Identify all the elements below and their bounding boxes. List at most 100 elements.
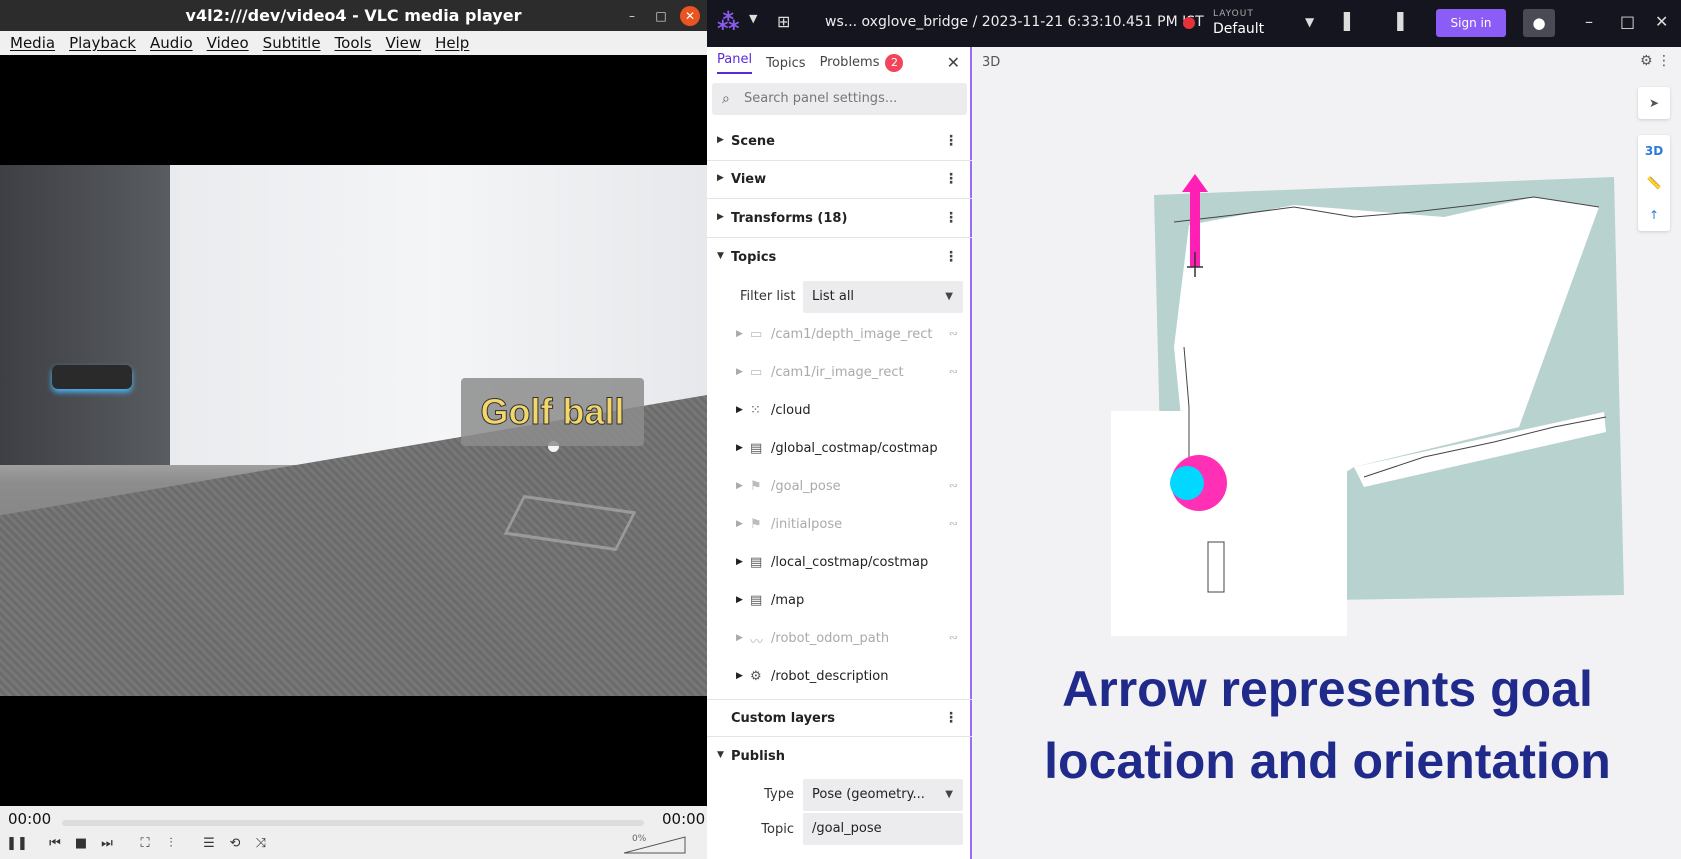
topic-name: /map <box>771 593 805 608</box>
visibility-off-icon[interactable]: ∾ <box>949 479 958 492</box>
mode-3d-button[interactable]: 3D <box>1638 135 1670 167</box>
fox-minimize-button[interactable]: – <box>1585 12 1593 31</box>
left-sidebar-toggle-icon[interactable]: ▌ <box>1344 12 1356 31</box>
vlc-minimize-button[interactable]: – <box>622 6 642 26</box>
topic-row[interactable]: ▶ 〰 /robot_odom_path ∾ <box>707 621 972 659</box>
section-custom-layers[interactable]: Custom layers ⋮ <box>707 699 972 737</box>
topic-name: /global_costmap/costmap <box>771 441 938 456</box>
menu-audio[interactable]: Audio <box>150 34 193 52</box>
topic-row[interactable]: ▶ ▤ /global_costmap/costmap <box>707 431 972 469</box>
menu-media[interactable]: Media <box>10 34 55 52</box>
data-source-label[interactable]: ws... oxglove_bridge / 2023-11-21 6:33:1… <box>825 14 1204 30</box>
menu-video[interactable]: Video <box>207 34 249 52</box>
chevron-right-icon: ▶ <box>717 212 724 222</box>
vlc-maximize-button[interactable]: □ <box>651 6 671 26</box>
layout-chevron-icon[interactable]: ▼ <box>1305 15 1314 29</box>
pause-icon[interactable]: ❚❚ <box>6 834 28 854</box>
stop-icon[interactable]: ■ <box>70 834 92 854</box>
topic-row[interactable]: ▶ ▤ /map <box>707 583 972 621</box>
section-scene[interactable]: ▶ Scene ⋮ <box>707 123 972 161</box>
topic-row[interactable]: ▶ ⚑ /initialpose ∾ <box>707 507 972 545</box>
tab-panel[interactable]: Panel <box>717 52 753 74</box>
topic-name: /robot_description <box>771 669 889 684</box>
grid-icon: ▤ <box>750 555 763 570</box>
vlc-window: v4l2:///dev/video4 - VLC media player – … <box>0 0 707 859</box>
loop-icon[interactable]: ⟲ <box>224 834 246 854</box>
more-vert-icon[interactable]: ⋮ <box>944 249 958 265</box>
topic-row[interactable]: ▶ ⚑ /goal_pose ∾ <box>707 469 972 507</box>
video-area[interactable]: Golf ball <box>0 55 707 806</box>
visibility-off-icon[interactable]: ∾ <box>949 365 958 378</box>
layout-value[interactable]: Default <box>1213 21 1264 37</box>
fullscreen-icon[interactable]: ⛶ <box>134 834 156 854</box>
time-total: 00:00 <box>662 810 706 828</box>
more-vert-icon[interactable]: ⋮ <box>944 710 958 726</box>
problems-count-badge: 2 <box>885 54 904 72</box>
extended-settings-icon[interactable]: ⫶ <box>160 834 182 854</box>
user-avatar-icon[interactable]: ● <box>1523 9 1555 37</box>
section-topics[interactable]: ▼ Topics ⋮ <box>707 239 972 277</box>
close-icon[interactable]: ✕ <box>947 53 960 72</box>
volume-slider[interactable]: 0% <box>622 834 687 854</box>
topic-row[interactable]: ▶ ▭ /cam1/depth_image_rect ∾ <box>707 317 972 355</box>
chevron-down-icon[interactable]: ▼ <box>749 12 757 25</box>
topic-row[interactable]: ▶ ▭ /cam1/ir_image_rect ∾ <box>707 355 972 393</box>
layout-label: LAYOUT <box>1213 9 1254 19</box>
filter-select[interactable]: List all ▼ <box>803 281 963 313</box>
more-vert-icon[interactable]: ⋮ <box>944 210 958 226</box>
fox-close-button[interactable]: ✕ <box>1655 12 1668 31</box>
section-label: Transforms (18) <box>731 211 848 226</box>
publish-type-label: Type <box>764 787 794 802</box>
search-icon: ⌕ <box>722 91 730 107</box>
chevron-down-icon: ▼ <box>717 251 724 261</box>
section-transforms[interactable]: ▶ Transforms (18) ⋮ <box>707 200 972 238</box>
menu-tools[interactable]: Tools <box>335 34 372 52</box>
visibility-off-icon[interactable]: ∾ <box>949 327 958 340</box>
playlist-icon[interactable]: ☰ <box>198 834 220 854</box>
vlc-window-title: v4l2:///dev/video4 - VLC media player <box>185 6 522 25</box>
next-icon[interactable]: ⏭ <box>96 834 118 854</box>
more-vert-icon[interactable]: ⋮ <box>944 171 958 187</box>
section-publish[interactable]: ▼ Publish <box>707 738 972 776</box>
topic-name: /local_costmap/costmap <box>771 555 929 570</box>
more-vert-icon[interactable]: ⋮ <box>944 133 958 149</box>
right-sidebar-toggle-icon[interactable]: ▐ <box>1391 12 1403 31</box>
publish-pose-icon[interactable]: ↑ <box>1638 199 1670 231</box>
chevron-right-icon: ▶ <box>736 671 743 681</box>
chevron-right-icon: ▶ <box>736 595 743 605</box>
grid-icon: ▤ <box>750 441 763 456</box>
topic-row[interactable]: ▶ ▤ /local_costmap/costmap <box>707 545 972 583</box>
visibility-off-icon[interactable]: ∾ <box>949 631 958 644</box>
vlc-close-button[interactable]: ✕ <box>680 6 700 26</box>
image-icon: ▭ <box>750 327 763 342</box>
sign-in-button[interactable]: Sign in <box>1436 9 1506 37</box>
menu-playback[interactable]: Playback <box>69 34 136 52</box>
interact-cursor-icon[interactable]: ➤ <box>1638 87 1670 119</box>
publish-topic-input[interactable]: /goal_pose <box>803 813 963 845</box>
tab-topics[interactable]: Topics <box>766 56 805 71</box>
add-panel-icon[interactable]: ⊞ <box>777 12 790 31</box>
foxglove-logo-icon[interactable]: ⁂ <box>717 10 743 36</box>
flag-icon: ⚑ <box>750 517 762 532</box>
topic-row[interactable]: ▶ ⚙ /robot_description <box>707 659 972 697</box>
topic-row[interactable]: ▶ ⁙ /cloud <box>707 393 972 431</box>
topic-name: /initialpose <box>771 517 843 532</box>
panel-3d[interactable]: 3D ⚙ ⋮ ➤ 3D 📏 ↑ Arrow represents goal lo… <box>974 47 1681 859</box>
visibility-off-icon[interactable]: ∾ <box>949 517 958 530</box>
publish-type-select[interactable]: Pose (geometry... ▼ <box>803 779 963 811</box>
robot-image <box>52 365 132 389</box>
fox-maximize-button[interactable]: □ <box>1620 12 1635 31</box>
tab-problems[interactable]: Problems 2 <box>820 54 904 72</box>
ruler-icon[interactable]: 📏 <box>1638 167 1670 199</box>
menu-help[interactable]: Help <box>435 34 469 52</box>
section-view[interactable]: ▶ View ⋮ <box>707 161 972 199</box>
seek-bar[interactable] <box>62 820 644 826</box>
search-input[interactable]: ⌕ Search panel settings... <box>712 83 967 115</box>
menu-subtitle[interactable]: Subtitle <box>263 34 321 52</box>
shuffle-icon[interactable]: ⤨ <box>250 834 272 854</box>
topic-name: /cam1/ir_image_rect <box>771 365 904 380</box>
overlay-line-1: Arrow represents goal <box>1062 661 1593 717</box>
connection-error-icon[interactable] <box>1183 17 1195 29</box>
menu-view[interactable]: View <box>386 34 422 52</box>
previous-icon[interactable]: ⏮ <box>44 834 66 854</box>
